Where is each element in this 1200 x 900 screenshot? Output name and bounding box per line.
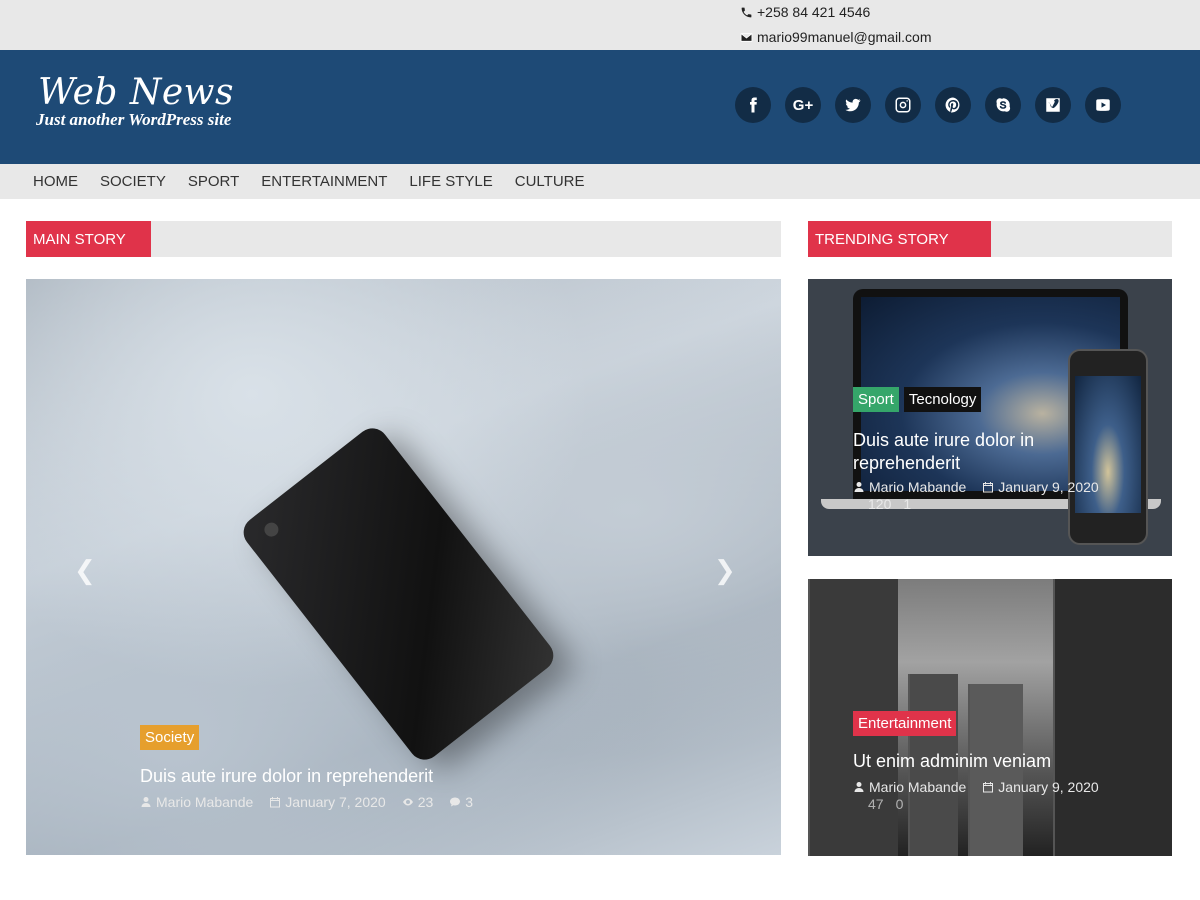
category-tag-sport[interactable]: Sport <box>853 387 899 412</box>
calendar-icon <box>983 782 994 793</box>
view-count: 23 <box>402 794 434 810</box>
nav-item-home[interactable]: HOME <box>22 173 89 190</box>
nav-item-culture[interactable]: CULTURE <box>504 173 596 190</box>
twitter-icon[interactable] <box>835 87 871 123</box>
nav-item-sport[interactable]: SPORT <box>177 173 250 190</box>
site-title[interactable]: Web News <box>38 72 234 113</box>
nav-item-society[interactable]: SOCIETY <box>89 173 177 190</box>
social-links: G+ <box>735 87 1121 123</box>
trending-tags: Entertainment <box>853 711 961 736</box>
nav-item-entertainment[interactable]: ENTERTAINMENT <box>250 173 398 190</box>
author[interactable]: Mario Mabande <box>140 794 253 810</box>
phone-number: +258 84 421 4546 <box>757 4 871 20</box>
contact-phone: +258 84 421 4546 <box>740 4 870 20</box>
google-plus-icon[interactable]: G+ <box>785 87 821 123</box>
slider-prev-arrow-icon[interactable]: ❮ <box>74 555 96 586</box>
facebook-icon[interactable] <box>735 87 771 123</box>
comments-text: 3 <box>465 794 474 810</box>
date-text: January 9, 2020 <box>998 479 1099 495</box>
comments-text: 1 <box>903 496 912 512</box>
category-tag-tecnology[interactable]: Tecnology <box>903 387 982 412</box>
main-story-title-wrap: Duis aute irure dolor in reprehenderit <box>140 765 433 788</box>
post-date[interactable]: January 7, 2020 <box>269 794 386 810</box>
trending-card[interactable]: Sport Tecnology Duis aute irure dolor in … <box>808 279 1172 556</box>
pinterest-icon[interactable] <box>935 87 971 123</box>
nav-item-life-style[interactable]: LIFE STYLE <box>398 173 503 190</box>
slider-next-arrow-icon[interactable]: ❯ <box>714 555 736 586</box>
email-address[interactable]: mario99manuel@gmail.com <box>757 29 932 45</box>
author-name: Mario Mabande <box>869 479 967 495</box>
trending-card[interactable]: Entertainment Ut enim adminim veniam Mar… <box>808 579 1172 856</box>
main-story-caption: Society <box>140 725 204 750</box>
main-story-heading-bar: MAIN STORY <box>26 221 781 257</box>
building-photo <box>1053 579 1172 856</box>
user-icon <box>141 797 151 807</box>
views-text: 120 <box>868 496 892 512</box>
comments-text: 0 <box>895 796 904 812</box>
contact-email: mario99manuel@gmail.com <box>740 29 932 45</box>
main-story-photo <box>237 421 560 767</box>
date-text: January 9, 2020 <box>998 779 1099 795</box>
category-tag-entertainment[interactable]: Entertainment <box>853 711 957 736</box>
date-text: January 7, 2020 <box>285 794 386 810</box>
trending-story-meta: Mario Mabande January 9, 2020 <box>853 779 1099 795</box>
trending-story-title[interactable]: Ut enim adminim veniam <box>853 750 1113 773</box>
calendar-icon <box>983 482 994 493</box>
trending-story-stats: 47 0 <box>868 796 903 812</box>
category-tag-society[interactable]: Society <box>140 725 200 750</box>
views-text: 47 <box>868 796 884 812</box>
site-tagline: Just another WordPress site <box>36 110 232 129</box>
user-icon <box>854 482 864 492</box>
main-story-meta: Mario Mabande January 7, 2020 23 3 <box>140 794 473 810</box>
youtube-icon[interactable] <box>1085 87 1121 123</box>
main-story-label: MAIN STORY <box>26 221 151 257</box>
instagram-icon[interactable] <box>885 87 921 123</box>
trending-story-stats: 120 1 <box>868 496 911 512</box>
vimeo-icon[interactable] <box>1035 87 1071 123</box>
author[interactable]: Mario Mabande <box>853 479 966 495</box>
post-date[interactable]: January 9, 2020 <box>982 779 1099 795</box>
phone-icon <box>741 7 752 17</box>
author-name: Mario Mabande <box>869 779 967 795</box>
comment-count[interactable]: 3 <box>449 794 473 810</box>
top-contact-bar: +258 84 421 4546 mario99manuel@gmail.com <box>0 0 1200 50</box>
envelope-icon <box>740 32 753 42</box>
eye-icon <box>402 798 413 806</box>
main-story-slider[interactable]: ❮ ❯ Society Duis aute irure dolor in rep… <box>26 279 781 855</box>
author-name: Mario Mabande <box>156 794 254 810</box>
site-header: Web News Just another WordPress site G+ <box>0 50 1200 164</box>
trending-story-title[interactable]: Duis aute irure dolor in reprehenderit <box>853 429 1073 474</box>
trending-story-heading-bar: TRENDING STORY <box>808 221 1172 257</box>
trending-tags: Sport Tecnology <box>853 387 986 412</box>
trending-story-meta: Mario Mabande January 9, 2020 <box>853 479 1099 495</box>
trending-story-label: TRENDING STORY <box>808 221 991 257</box>
comment-icon <box>450 797 461 807</box>
iphone-photo <box>1068 349 1148 545</box>
main-navigation: HOME SOCIETY SPORT ENTERTAINMENT LIFE ST… <box>0 164 1200 199</box>
author[interactable]: Mario Mabande <box>853 779 966 795</box>
post-date[interactable]: January 9, 2020 <box>982 479 1099 495</box>
views-text: 23 <box>417 794 434 810</box>
main-story-title[interactable]: Duis aute irure dolor in reprehenderit <box>140 765 433 788</box>
skype-icon[interactable] <box>985 87 1021 123</box>
calendar-icon <box>270 797 281 808</box>
user-icon <box>854 782 864 792</box>
